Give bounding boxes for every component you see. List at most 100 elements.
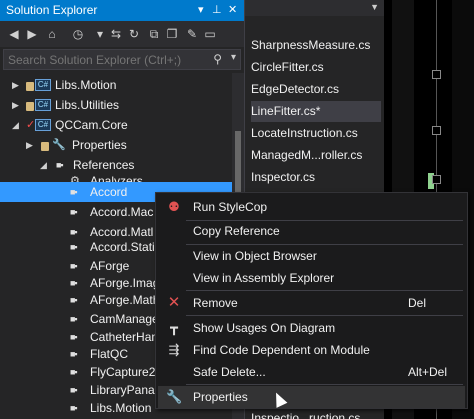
home-icon[interactable]: ⌂: [44, 25, 60, 43]
reference-icon: ■▪: [70, 278, 78, 288]
wrench-icon: 🔧: [166, 389, 183, 404]
lock-icon: [26, 82, 34, 91]
tree-item-properties[interactable]: ▶ 🔧 Properties: [0, 135, 232, 155]
timeline-marker: [432, 70, 441, 79]
tree-item-label: AForge.Math: [90, 293, 160, 307]
menu-separator: [186, 315, 463, 316]
stylecop-icon: ⚉: [168, 199, 180, 214]
expand-arrow-icon[interactable]: ▶: [12, 75, 19, 95]
menu-item-properties[interactable]: 🔧 Properties: [158, 386, 465, 408]
tree-item-label: Libs.Utilities: [55, 98, 120, 112]
forward-icon[interactable]: ▶: [24, 25, 40, 43]
file-item[interactable]: LocateInstruction.cs: [251, 123, 381, 144]
solution-explorer-toolbar: ◀ ▶ ⌂ ◷ ▾ ⇆ ↻ ⧉ ❐ ✎ ▭: [0, 21, 244, 47]
menu-item-label: Safe Delete...: [193, 365, 266, 379]
tree-item-label: CamManage: [90, 312, 159, 326]
pending-changes-icon[interactable]: ◷: [70, 25, 86, 43]
reference-icon: ■▪: [70, 261, 78, 271]
menu-item-shortcut: Del: [408, 296, 427, 310]
csharp-project-icon: C#: [35, 119, 51, 131]
collapse-arrow-icon[interactable]: ◢: [12, 115, 19, 135]
tree-item-label: QCCam.Core: [55, 118, 128, 132]
menu-item-run-stylecop[interactable]: ⚉ Run StyleCop: [158, 196, 465, 218]
reference-icon: ■▪: [70, 207, 78, 217]
tree-item-qccam-core[interactable]: ◢ ✓ C# QCCam.Core: [0, 115, 232, 135]
menu-item-label: Remove: [193, 296, 238, 310]
timeline-marker: [432, 175, 441, 184]
menu-separator: [186, 384, 463, 385]
reference-icon: ■▪: [70, 332, 78, 342]
menu-item-shortcut: Alt+Del: [408, 365, 448, 379]
menu-item-label: Properties: [193, 390, 248, 404]
close-icon[interactable]: ✕: [228, 3, 237, 16]
menu-item-remove[interactable]: ✕ Remove Del: [158, 292, 465, 314]
tree-item-label: Libs.Motion: [55, 78, 117, 92]
chevron-down-icon[interactable]: ▼: [370, 2, 379, 12]
menu-item-show-usages-diagram[interactable]: ┳ Show Usages On Diagram: [158, 317, 465, 339]
tree-item-label: Accord: [90, 185, 128, 199]
menu-item-label: Run StyleCop: [193, 200, 268, 214]
chevron-down-icon[interactable]: ▾: [231, 52, 236, 63]
reference-icon: ■▪: [70, 403, 78, 413]
menu-item-safe-delete[interactable]: Safe Delete... Alt+Del: [158, 361, 465, 383]
menu-item-label: View in Object Browser: [193, 249, 317, 263]
dropdown-icon[interactable]: ▾: [92, 25, 108, 43]
file-item[interactable]: ManagedM...roller.cs: [251, 145, 381, 166]
reference-icon: ■▪: [70, 367, 78, 377]
menu-item-label: Copy Reference: [193, 224, 280, 238]
back-icon[interactable]: ◀: [6, 25, 22, 43]
menu-item-label: Find Code Dependent on Module: [193, 343, 370, 357]
tree-item-libs-motion[interactable]: ▶ C# Libs.Motion: [0, 75, 232, 95]
menu-item-find-code-dependent[interactable]: ⇶ Find Code Dependent on Module: [158, 339, 465, 361]
panel-title: Solution Explorer: [6, 3, 98, 17]
files-panel-header: ▼: [245, 0, 385, 16]
preview-icon[interactable]: ▭: [202, 25, 218, 43]
tree-item-label: Accord.Mac: [90, 205, 154, 219]
reference-icon: ■▪: [70, 187, 78, 197]
sync-icon[interactable]: ⇆: [108, 25, 124, 43]
file-item[interactable]: SharpnessMeasure.cs: [251, 35, 381, 56]
diagram-icon: ┳: [170, 320, 178, 335]
lock-icon: [41, 142, 49, 151]
tree-item-label: FlyCapture2: [90, 365, 156, 379]
dropdown-icon[interactable]: ▾: [198, 3, 204, 16]
reference-icon: ■▪: [70, 314, 78, 324]
tree-item-label: Properties: [72, 138, 127, 152]
expand-arrow-icon[interactable]: ▶: [12, 95, 19, 115]
menu-item-label: Show Usages On Diagram: [193, 321, 336, 335]
properties-icon[interactable]: ✎: [184, 25, 200, 43]
show-all-files-icon[interactable]: ❐: [164, 25, 180, 43]
menu-item-view-assembly-explorer[interactable]: View in Assembly Explorer: [158, 267, 465, 289]
file-item-active[interactable]: LineFitter.cs*: [251, 101, 381, 122]
menu-item-copy-reference[interactable]: Copy Reference: [158, 220, 465, 242]
file-item[interactable]: EdgeDetector.cs: [251, 79, 381, 100]
reference-icon: ■▪: [70, 385, 78, 395]
csharp-project-icon: C#: [35, 99, 51, 111]
file-item[interactable]: Inspectio...ruction.cs: [251, 408, 381, 419]
context-menu: ⚉ Run StyleCop Copy Reference View in Ob…: [155, 192, 468, 409]
pin-icon[interactable]: ⊥: [212, 3, 222, 16]
search-box[interactable]: ⚲ ▾: [3, 49, 241, 70]
tree-item-label: Libs.Motion: [90, 401, 152, 415]
expand-arrow-icon[interactable]: ▶: [26, 135, 33, 155]
file-item[interactable]: Inspector.cs: [251, 167, 381, 188]
dependency-icon: ⇶: [168, 342, 180, 357]
references-icon: ■▪: [56, 160, 64, 170]
menu-item-label: View in Assembly Explorer: [193, 271, 335, 285]
tree-item-label: LibraryPanas: [90, 383, 161, 397]
tree-item-label: FlatQC: [90, 347, 129, 361]
refresh-icon[interactable]: ↻: [126, 25, 142, 43]
reference-icon: ■▪: [70, 295, 78, 305]
file-item[interactable]: CircleFitter.cs: [251, 57, 381, 78]
menu-separator: [186, 290, 463, 291]
tree-item-label: Accord.Stati: [90, 240, 155, 254]
reference-icon: ■▪: [70, 349, 78, 359]
solution-explorer-title-bar[interactable]: Solution Explorer ▾ ⊥ ✕: [0, 0, 244, 21]
collapse-all-icon[interactable]: ⧉: [146, 25, 162, 43]
lock-icon: [26, 102, 34, 111]
search-input[interactable]: [8, 52, 203, 67]
search-icon[interactable]: ⚲: [213, 52, 222, 66]
menu-item-view-object-browser[interactable]: View in Object Browser: [158, 245, 465, 267]
tree-item-libs-utilities[interactable]: ▶ C# Libs.Utilities: [0, 95, 232, 115]
csharp-project-icon: C#: [35, 79, 51, 91]
